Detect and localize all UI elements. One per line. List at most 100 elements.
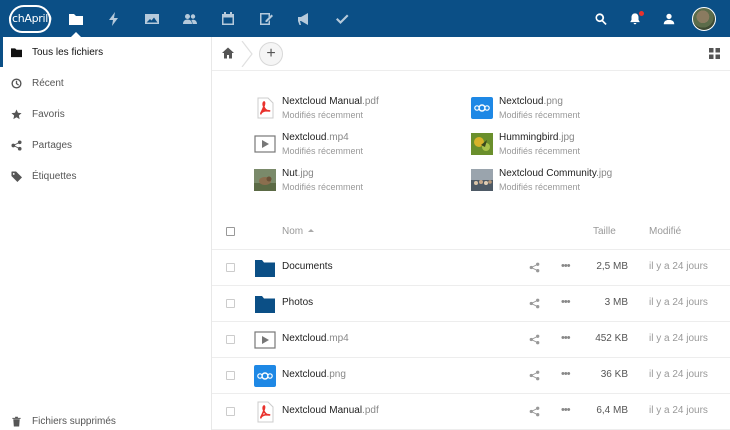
recent-caption: Modifiés récemment <box>499 146 581 156</box>
app-announcements[interactable] <box>285 0 323 37</box>
share-icon[interactable] <box>529 406 540 417</box>
pdf-icon <box>257 97 274 119</box>
share-icon[interactable] <box>529 262 540 273</box>
video-icon <box>254 135 276 153</box>
video-icon <box>254 331 276 349</box>
share-icon[interactable] <box>529 370 540 381</box>
select-all-checkbox[interactable] <box>226 227 235 236</box>
app-contacts[interactable] <box>171 0 209 37</box>
more-actions-icon[interactable]: ••• <box>561 296 571 308</box>
grid-view-icon[interactable] <box>709 48 720 59</box>
calendar-icon <box>222 11 234 25</box>
app-files[interactable] <box>57 0 95 37</box>
file-row[interactable]: Nextcloud.png ••• 36 KB il y a 24 jours <box>212 358 730 394</box>
app-activity[interactable] <box>95 0 133 37</box>
sidebar-item-label: Partages <box>32 139 73 151</box>
more-actions-icon[interactable]: ••• <box>561 368 571 380</box>
row-checkbox[interactable] <box>226 335 235 344</box>
app-notes[interactable] <box>247 0 285 37</box>
files-content: + Nextcloud Manual.pdf Modifiés récemmen… <box>212 37 730 430</box>
sidebar-item-tags[interactable]: Étiquettes <box>0 161 211 191</box>
folder-icon <box>11 47 22 57</box>
add-new-button[interactable]: + <box>259 42 283 66</box>
file-name-base: Nextcloud Manual <box>282 96 363 107</box>
file-row[interactable]: Nextcloud Manual.pdf ••• 6,4 MB il y a 2… <box>212 394 730 430</box>
tag-icon <box>11 170 22 182</box>
app-menu <box>57 0 361 37</box>
recent-item[interactable]: Nextcloud.png Modifiés récemment <box>471 93 691 123</box>
file-extension: .mp4 <box>326 132 349 143</box>
file-size: 452 KB <box>595 333 628 344</box>
file-extension: .mp4 <box>326 333 349 344</box>
recent-item[interactable]: Nextcloud.mp4 Modifiés récemment <box>254 129 474 159</box>
file-extension: .jpg <box>297 168 314 179</box>
recent-item[interactable]: Hummingbird.jpg Modifiés récemment <box>471 129 691 159</box>
sidebar-item-label: Étiquettes <box>32 170 77 182</box>
recent-caption: Modifiés récemment <box>282 182 364 192</box>
row-checkbox[interactable] <box>226 371 235 380</box>
file-size: 2,5 MB <box>596 261 628 272</box>
folder-icon <box>255 260 275 277</box>
recent-item[interactable]: Nut.jpg Modifiés récemment <box>254 165 474 195</box>
file-name-base: Nut <box>282 168 298 179</box>
file-modified: il y a 24 jours <box>649 297 708 308</box>
sidebar-item-all-files[interactable]: Tous les fichiers <box>0 37 211 67</box>
recent-caption: Modifiés récemment <box>282 110 364 120</box>
notifications-button[interactable] <box>618 0 652 37</box>
more-actions-icon[interactable]: ••• <box>561 332 571 344</box>
app-tasks[interactable] <box>323 0 361 37</box>
file-name-base: Nextcloud Community <box>499 168 597 179</box>
file-modified: il y a 24 jours <box>649 261 708 272</box>
file-row[interactable]: Nextcloud.mp4 ••• 452 KB il y a 24 jours <box>212 322 730 358</box>
file-extension: .pdf <box>362 405 379 416</box>
file-name-base: Photos <box>282 297 314 308</box>
image-thumbnail-icon <box>471 169 493 191</box>
more-actions-icon[interactable]: ••• <box>561 260 571 272</box>
sidebar-item-favorites[interactable]: Favoris <box>0 99 211 129</box>
file-name-base: Nextcloud <box>282 369 327 380</box>
gallery-icon <box>145 13 159 24</box>
file-row[interactable]: Documents ••• 2,5 MB il y a 24 jours <box>212 250 730 286</box>
column-name[interactable]: Nom <box>282 226 315 237</box>
share-icon[interactable] <box>529 334 540 345</box>
user-avatar[interactable] <box>692 6 716 31</box>
contacts-menu-button[interactable] <box>652 0 686 37</box>
nextcloud-logo-icon <box>471 97 493 119</box>
more-actions-icon[interactable]: ••• <box>561 404 571 416</box>
home-icon[interactable] <box>221 46 235 60</box>
files-icon <box>69 13 83 25</box>
app-navigation: Tous les fichiers Récent Favoris Partage… <box>0 37 212 430</box>
file-row[interactable]: Photos ••• 3 MB il y a 24 jours <box>212 286 730 322</box>
notes-icon <box>260 12 273 25</box>
chapril-logo[interactable]: (chApril) <box>8 4 52 33</box>
column-modified[interactable]: Modifié <box>649 226 681 237</box>
share-icon[interactable] <box>529 298 540 309</box>
row-checkbox[interactable] <box>226 299 235 308</box>
breadcrumb-separator <box>241 41 253 67</box>
contacts-menu-icon <box>663 13 675 24</box>
sidebar-item-label: Récent <box>32 77 64 89</box>
recent-item[interactable]: Nextcloud Manual.pdf Modifiés récemment <box>254 93 474 123</box>
clock-icon <box>11 77 22 89</box>
column-size[interactable]: Taille <box>593 226 616 237</box>
recent-files: Nextcloud Manual.pdf Modifiés récemment … <box>254 93 704 205</box>
trash-icon <box>12 416 21 427</box>
sidebar-item-recent[interactable]: Récent <box>0 68 211 98</box>
recent-item[interactable]: Nextcloud Community.jpg Modifiés récemme… <box>471 165 691 195</box>
app-gallery[interactable] <box>133 0 171 37</box>
tasks-icon <box>336 14 349 24</box>
sidebar-item-label: Tous les fichiers <box>32 46 104 58</box>
recent-caption: Modifiés récemment <box>499 182 581 192</box>
nextcloud-logo-icon <box>254 365 276 387</box>
search-button[interactable] <box>584 0 618 37</box>
share-icon <box>11 139 22 151</box>
app-calendar[interactable] <box>209 0 247 37</box>
file-size: 6,4 MB <box>596 405 628 416</box>
sidebar-item-trash[interactable]: Fichiers supprimés <box>0 406 211 430</box>
sidebar-item-shares[interactable]: Partages <box>0 130 211 160</box>
file-modified: il y a 24 jours <box>649 333 708 344</box>
image-thumbnail-icon <box>471 133 493 155</box>
row-checkbox[interactable] <box>226 263 235 272</box>
row-checkbox[interactable] <box>226 407 235 416</box>
image-thumbnail-icon <box>254 169 276 191</box>
